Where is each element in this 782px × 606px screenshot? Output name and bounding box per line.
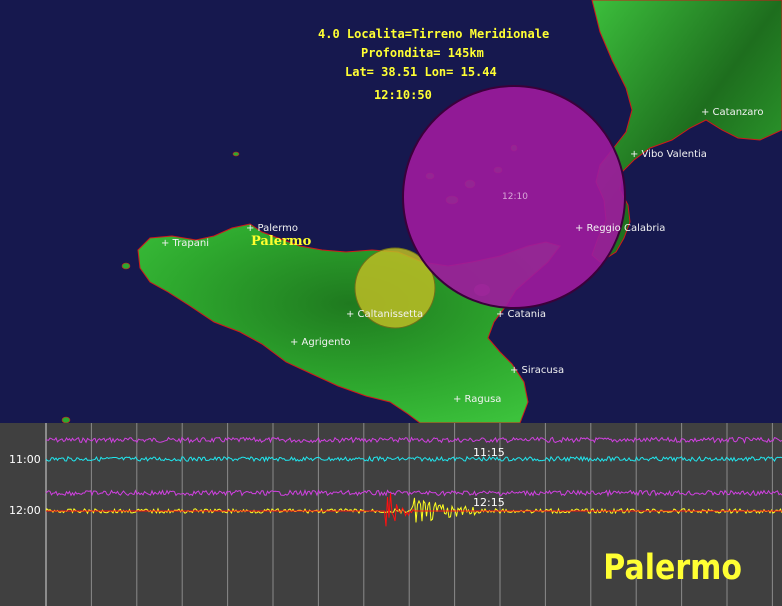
trace-12-overlay	[45, 488, 782, 498]
row-label-12: 12:00	[9, 504, 41, 517]
earthquake-map[interactable]: 12:10 4.0 Localita=Tirreno Meridionale P…	[0, 0, 782, 423]
epicenter-circle-time: 12:10	[502, 192, 528, 202]
city-label-caltanissetta: + Caltanissetta	[346, 309, 424, 320]
city-label-reggio-calabria: + Reggio Calabria	[575, 223, 666, 234]
city-label-siracusa: + Siracusa	[510, 365, 565, 376]
city-label-trapani: + Trapani	[161, 238, 210, 249]
trace-11-overlay	[46, 436, 782, 444]
island-ustica	[232, 151, 240, 157]
row-label-11: 11:00	[9, 453, 41, 466]
seismic-monitor: 12:10 4.0 Localita=Tirreno Meridionale P…	[0, 0, 782, 606]
city-label-catania: + Catania	[496, 309, 546, 320]
city-label-agrigento: + Agrigento	[290, 337, 351, 348]
city-label-vibo-valentia: + Vibo Valentia	[630, 149, 707, 160]
station-map-label[interactable]: Palermo	[251, 234, 311, 249]
event-info-time: 12:10:50	[374, 88, 432, 102]
station-name-label: Palermo	[603, 547, 742, 588]
city-label-ragusa: + Ragusa	[453, 394, 502, 405]
island-egadi	[121, 262, 131, 270]
trace-11	[45, 455, 782, 463]
event-info-magnitude-location: 4.0 Localita=Tirreno Meridionale	[318, 27, 550, 41]
trace-time-12: 12:15	[473, 496, 505, 509]
trace-time-11: 11:15	[473, 446, 505, 459]
event-info-coordinates: Lat= 38.51 Lon= 15.44	[345, 65, 497, 79]
city-label-catanzaro: + Catanzaro	[701, 107, 764, 118]
seismogram-panel: 11:00 12:00 11:15 12:15 Palermo	[0, 423, 782, 606]
event-info-depth: Profondita= 145km	[361, 46, 484, 60]
map-terrain	[61, 0, 782, 423]
